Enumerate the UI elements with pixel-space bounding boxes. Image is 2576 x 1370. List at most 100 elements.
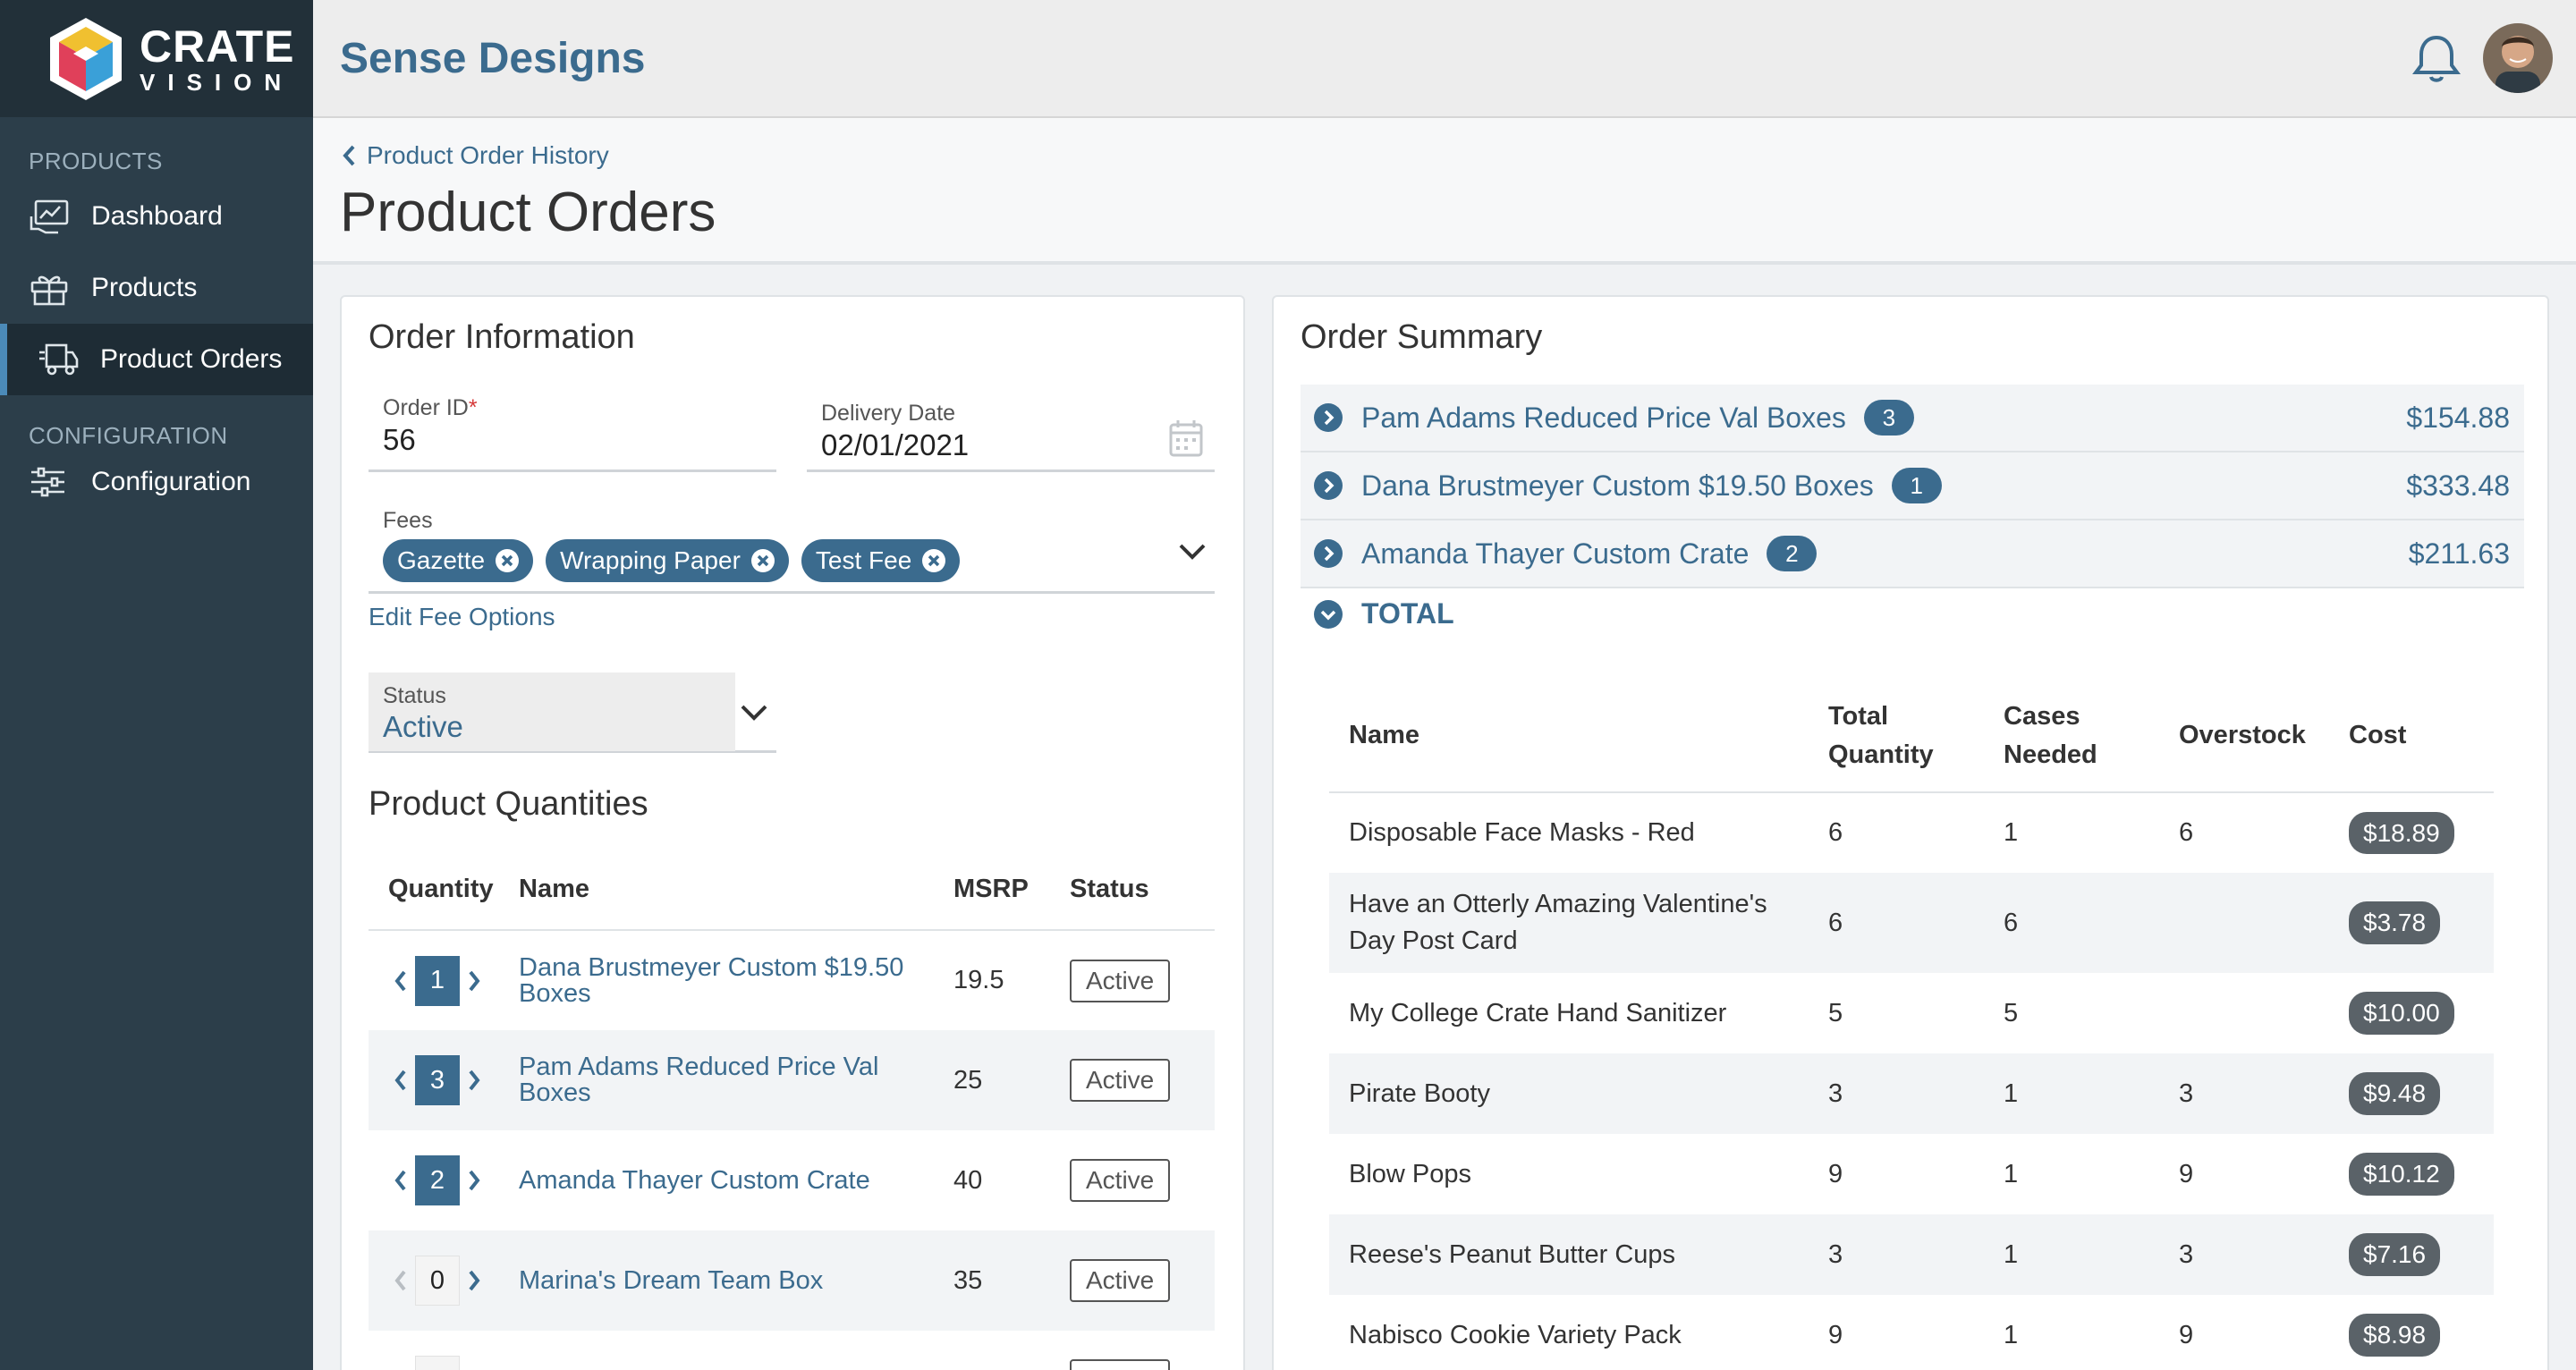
close-circle-icon[interactable] bbox=[750, 547, 776, 574]
chevron-down-circle-icon bbox=[1314, 599, 1343, 629]
quantity-value[interactable]: 0 bbox=[415, 1356, 460, 1370]
chevron-right-circle-icon bbox=[1314, 539, 1343, 568]
summary-item[interactable]: Pam Adams Reduced Price Val Boxes 3 $154… bbox=[1301, 385, 2524, 452]
order-information-card: Order Information Order ID* 56 Delivery … bbox=[340, 295, 1245, 1370]
order-summary-card: Order Summary Pam Adams Reduced Price Va… bbox=[1272, 295, 2549, 1370]
chevron-left-icon[interactable] bbox=[394, 1269, 408, 1292]
item-cases: 5 bbox=[2004, 998, 2019, 1028]
cost-badge: $8.98 bbox=[2349, 1314, 2441, 1357]
nav-section-products: PRODUCTS bbox=[29, 148, 163, 174]
column-header-msrp: MSRP bbox=[953, 850, 1070, 931]
status-badge: Active bbox=[1070, 1359, 1171, 1370]
fees-label: Fees bbox=[383, 508, 433, 533]
item-name: My College Crate Hand Sanitizer bbox=[1349, 998, 1727, 1028]
cost-badge: $10.00 bbox=[2349, 992, 2454, 1035]
cost-badge: $18.89 bbox=[2349, 811, 2454, 855]
item-name: Blow Pops bbox=[1349, 1159, 1472, 1188]
crate-logo-icon bbox=[50, 17, 122, 100]
brand-name: CRATE bbox=[140, 21, 295, 72]
column-header-quantity: Quantity bbox=[369, 850, 519, 931]
item-name: Nabisco Cookie Variety Pack bbox=[1349, 1320, 1682, 1349]
column-header-overstock: Overstock bbox=[2159, 680, 2329, 793]
breadcrumb-link[interactable]: Product Order History bbox=[367, 141, 609, 170]
chevron-down-icon[interactable] bbox=[1177, 542, 1208, 562]
product-name-link[interactable]: Amanda Thayer Custom Crate bbox=[519, 1130, 953, 1230]
item-cases: 1 bbox=[2004, 818, 2019, 848]
close-circle-icon[interactable] bbox=[494, 547, 521, 574]
summary-item-amount: $211.63 bbox=[2408, 537, 2510, 570]
bell-icon[interactable] bbox=[2411, 32, 2462, 86]
table-row: My College Crate Hand Sanitizer 5 5 $10.… bbox=[1329, 973, 2494, 1053]
table-row: 0 Dawn B. Custom Crates 15.99 Active bbox=[369, 1331, 1215, 1370]
required-mark: * bbox=[468, 395, 478, 420]
column-header-cases-needed: Cases Needed bbox=[1984, 680, 2159, 793]
status-badge: Active bbox=[1070, 1259, 1171, 1302]
summary-item[interactable]: Dana Brustmeyer Custom $19.50 Boxes 1 $3… bbox=[1301, 452, 2524, 520]
order-id-label: Order ID bbox=[383, 395, 469, 420]
chevron-left-icon[interactable] bbox=[394, 969, 408, 993]
quantity-value[interactable]: 1 bbox=[415, 955, 460, 1006]
summary-item-count: 3 bbox=[1863, 400, 1914, 436]
calendar-icon[interactable] bbox=[1168, 419, 1204, 458]
chevron-right-icon[interactable] bbox=[467, 1269, 481, 1292]
item-cases: 6 bbox=[1984, 873, 2159, 973]
item-total: 9 bbox=[1828, 1320, 1843, 1349]
sidebar-item-label: Dashboard bbox=[91, 201, 223, 231]
item-cases: 1 bbox=[2004, 1159, 2019, 1188]
order-id-value[interactable]: 56 bbox=[383, 423, 776, 457]
sidebar-item-label: Product Orders bbox=[100, 344, 283, 374]
delivery-date-value[interactable]: 02/01/2021 bbox=[821, 428, 1215, 462]
logo[interactable]: CRATE VISION bbox=[0, 0, 313, 117]
item-cases: 1 bbox=[1984, 1053, 2159, 1134]
fee-chip-test-fee: Test Fee bbox=[801, 539, 961, 582]
gift-box-icon bbox=[29, 270, 70, 306]
column-header-name: Name bbox=[1329, 680, 1809, 793]
column-header-status: Status bbox=[1070, 850, 1215, 931]
sidebar-item-label: Configuration bbox=[91, 467, 251, 496]
summary-item[interactable]: Amanda Thayer Custom Crate 2 $211.63 bbox=[1301, 520, 2524, 588]
order-id-field[interactable]: Order ID* 56 bbox=[369, 395, 776, 472]
quantity-value[interactable]: 0 bbox=[415, 1256, 460, 1306]
close-circle-icon[interactable] bbox=[920, 547, 947, 574]
item-overstock bbox=[2159, 973, 2329, 1053]
item-overstock: 6 bbox=[2179, 818, 2194, 848]
fees-multiselect[interactable]: Fees Gazette Wrapping Paper Test Fee bbox=[369, 508, 1215, 594]
dashboard-chart-icon bbox=[29, 199, 70, 234]
product-name-link[interactable]: Dana Brustmeyer Custom $19.50 Boxes bbox=[519, 930, 953, 1030]
product-msrp: 40 bbox=[953, 1165, 983, 1195]
table-row: Nabisco Cookie Variety Pack 9 1 9 $8.98 bbox=[1329, 1295, 2494, 1370]
status-value: Active bbox=[383, 710, 463, 743]
summary-item-amount: $333.48 bbox=[2406, 469, 2510, 502]
chevron-left-icon[interactable] bbox=[394, 1169, 408, 1192]
quantity-value[interactable]: 2 bbox=[415, 1155, 460, 1205]
chevron-left-icon[interactable] bbox=[394, 1069, 408, 1092]
sidebar-item-product-orders[interactable]: Product Orders bbox=[0, 324, 313, 395]
item-name: Reese's Peanut Butter Cups bbox=[1329, 1214, 1809, 1295]
table-row: Pirate Booty 3 1 3 $9.48 bbox=[1329, 1053, 2494, 1134]
status-select[interactable]: Status Active bbox=[369, 672, 776, 753]
product-name-link[interactable]: Marina's Dream Team Box bbox=[519, 1230, 953, 1331]
breadcrumb[interactable]: Product Order History bbox=[340, 141, 609, 170]
product-name-link[interactable]: Pam Adams Reduced Price Val Boxes bbox=[519, 1030, 953, 1130]
sidebar-item-products[interactable]: Products bbox=[0, 252, 313, 324]
product-msrp: 25 bbox=[953, 1030, 1070, 1130]
sliders-icon bbox=[29, 464, 70, 500]
sidebar-item-configuration[interactable]: Configuration bbox=[0, 446, 313, 518]
order-information-title: Order Information bbox=[369, 318, 635, 356]
delivery-date-field[interactable]: Delivery Date 02/01/2021 bbox=[807, 401, 1215, 472]
chevron-right-icon[interactable] bbox=[467, 1169, 481, 1192]
product-name-link[interactable]: Dawn B. Custom Crates bbox=[519, 1331, 953, 1370]
table-row: 1 Dana Brustmeyer Custom $19.50 Boxes 19… bbox=[369, 930, 1215, 1030]
sidebar-item-dashboard[interactable]: Dashboard bbox=[0, 181, 313, 252]
edit-fee-options-link[interactable]: Edit Fee Options bbox=[369, 603, 555, 631]
chevron-right-circle-icon bbox=[1314, 471, 1343, 500]
chevron-right-icon[interactable] bbox=[467, 1069, 481, 1092]
item-overstock: 3 bbox=[2159, 1053, 2329, 1134]
quantity-value[interactable]: 3 bbox=[415, 1055, 460, 1105]
product-msrp: 35 bbox=[953, 1230, 1070, 1331]
avatar[interactable] bbox=[2483, 23, 2553, 93]
total-toggle[interactable]: TOTAL bbox=[1313, 597, 1454, 630]
delivery-date-label: Delivery Date bbox=[821, 401, 956, 426]
chevron-right-icon[interactable] bbox=[467, 969, 481, 993]
fee-chip-wrapping-paper: Wrapping Paper bbox=[546, 539, 789, 582]
